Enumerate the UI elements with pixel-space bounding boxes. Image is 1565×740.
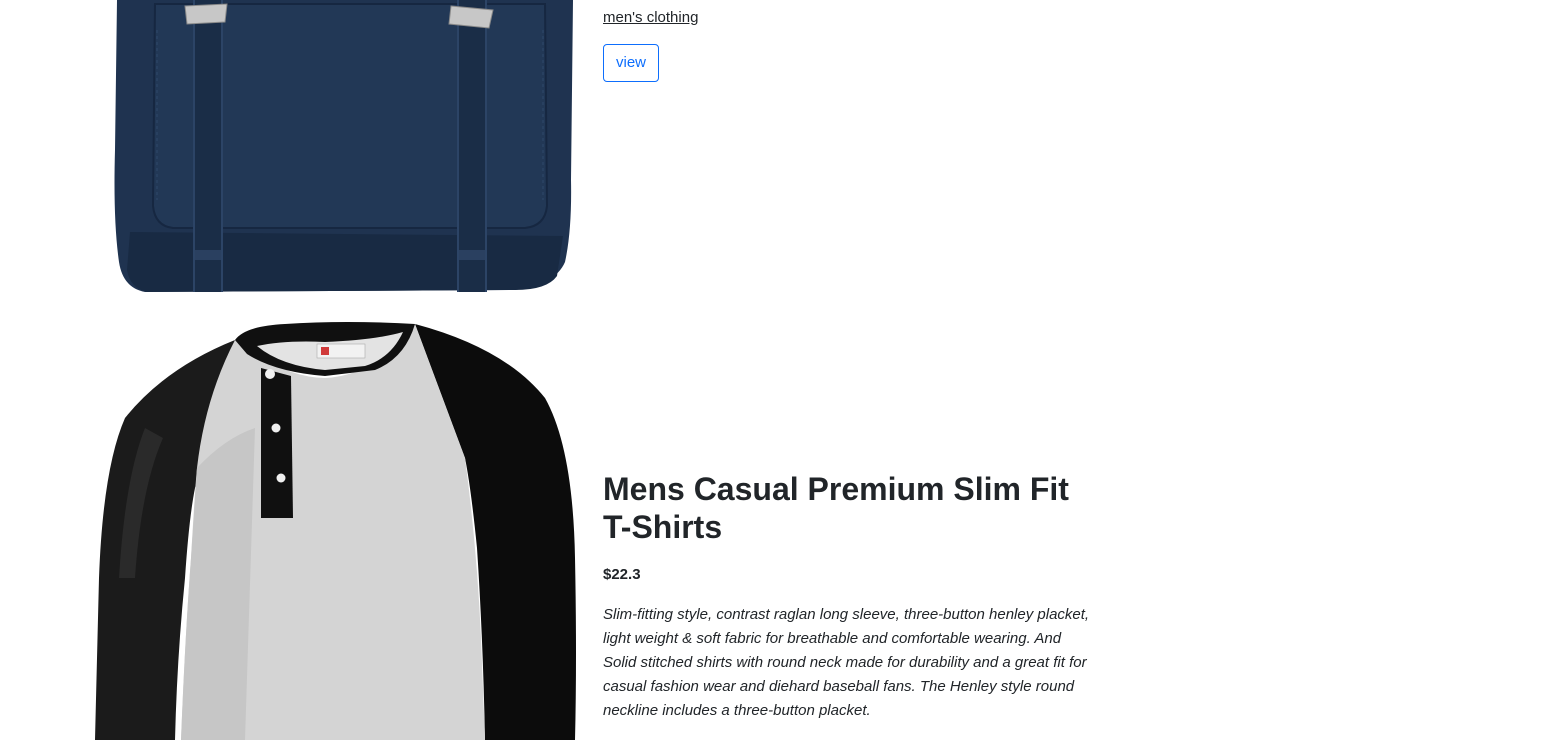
category-link[interactable]: men's clothing	[603, 9, 698, 26]
product-image-tshirt	[85, 318, 585, 740]
product-card-tshirt: Mens Casual Premium Slim Fit T-Shirts $2…	[0, 300, 1565, 740]
product-image-backpack	[85, 0, 585, 300]
backpack-image	[114, 0, 573, 292]
view-button[interactable]: view	[603, 44, 660, 82]
product-description: Slim-fitting style, contrast raglan long…	[603, 606, 1090, 719]
product-list-page: men's clothing view Mens Casual Premium …	[0, 0, 1565, 740]
product-title: Mens Casual Premium Slim Fit T-Shirts	[603, 471, 1069, 545]
product-card-backpack: men's clothing view	[0, 0, 1565, 300]
product-info-backpack: men's clothing view	[603, 9, 1093, 82]
product-price: $22.3	[603, 566, 641, 583]
tshirt-image	[95, 322, 576, 740]
product-info-tshirt: Mens Casual Premium Slim Fit T-Shirts $2…	[603, 470, 1093, 723]
